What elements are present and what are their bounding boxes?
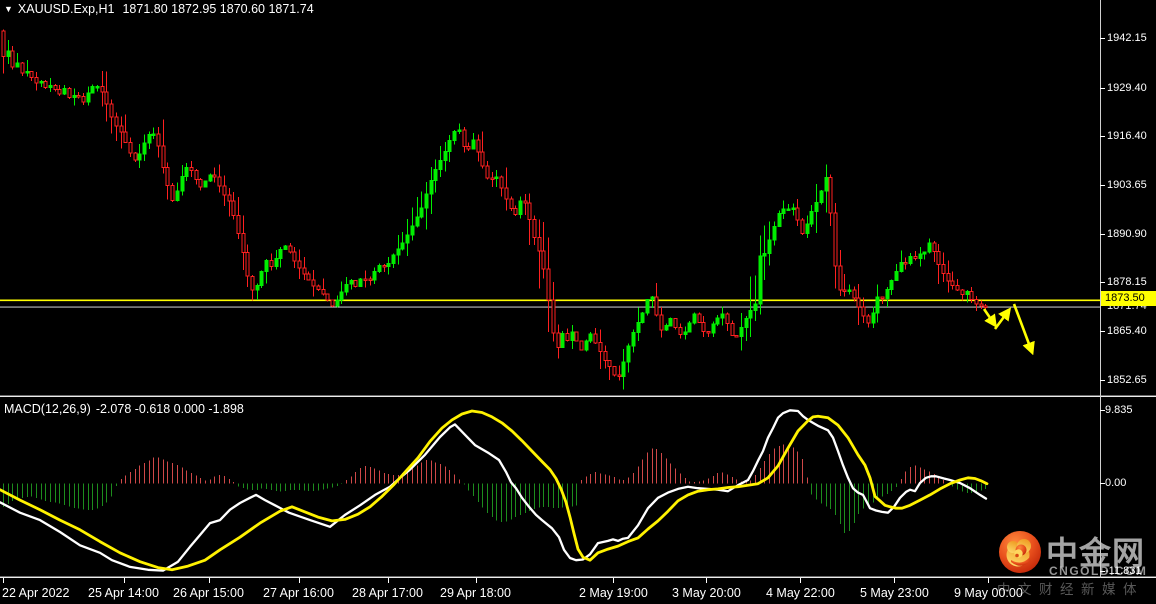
price-level-badge: 1873.50 <box>1101 291 1156 306</box>
mt4-chart-window: ▼ XAUUSD.Exp,H1 1871.80 1872.95 1870.60 18… <box>0 0 1156 604</box>
time-axis-label: 5 May 23:00 <box>860 586 929 600</box>
time-axis-label: 29 Apr 18:00 <box>440 586 511 600</box>
trend-arrows-annotation <box>982 303 1035 356</box>
time-axis-label: 3 May 20:00 <box>672 586 741 600</box>
time-axis-label: 22 Apr 2022 <box>2 586 70 600</box>
price-axis-label: 1852.65 <box>1107 374 1147 386</box>
chart-canvas[interactable] <box>0 0 1156 604</box>
macd-axis-label: -11.831 <box>1105 565 1142 577</box>
price-axis-label: 1903.65 <box>1107 179 1147 191</box>
time-axis-label: 26 Apr 15:00 <box>173 586 244 600</box>
price-axis-label: 1890.90 <box>1107 228 1147 240</box>
macd-axis-label: 9.835 <box>1105 404 1133 416</box>
time-axis-label: 2 May 19:00 <box>579 586 648 600</box>
time-axis-label: 25 Apr 14:00 <box>88 586 159 600</box>
time-axis-label: 4 May 22:00 <box>766 586 835 600</box>
time-axis-label: 27 Apr 16:00 <box>263 586 334 600</box>
macd-axis-label: 0.00 <box>1105 477 1127 489</box>
price-axis-label: 1865.40 <box>1107 325 1147 337</box>
symbol-header[interactable]: ▼ XAUUSD.Exp,H1 1871.80 1872.95 1870.60 18… <box>4 2 314 16</box>
price-axis-label: 1916.40 <box>1107 130 1147 142</box>
price-axis-label: 1942.15 <box>1107 32 1147 44</box>
ohlc-values: 1871.80 1872.95 1870.60 1871.74 <box>122 2 314 16</box>
price-axis-label: 1929.40 <box>1107 82 1147 94</box>
candlestick-series <box>1 29 988 390</box>
macd-indicator-label: MACD(12,26,9) <box>4 402 91 416</box>
macd-indicator-header[interactable]: MACD(12,26,9) -2.078 -0.618 0.000 -1.898 <box>4 402 244 416</box>
price-axis-label: 1878.15 <box>1107 276 1147 288</box>
macd-indicator-values: -2.078 -0.618 0.000 -1.898 <box>95 402 244 416</box>
symbol-dropdown-icon[interactable]: ▼ <box>4 4 13 14</box>
time-axis-label: 28 Apr 17:00 <box>352 586 423 600</box>
macd-signal-lines <box>0 409 989 572</box>
time-axis-label: 9 May 00:00 <box>954 586 1023 600</box>
horizontal-level-lines <box>0 299 1100 308</box>
symbol-timeframe-label: XAUUSD.Exp,H1 <box>17 2 115 16</box>
